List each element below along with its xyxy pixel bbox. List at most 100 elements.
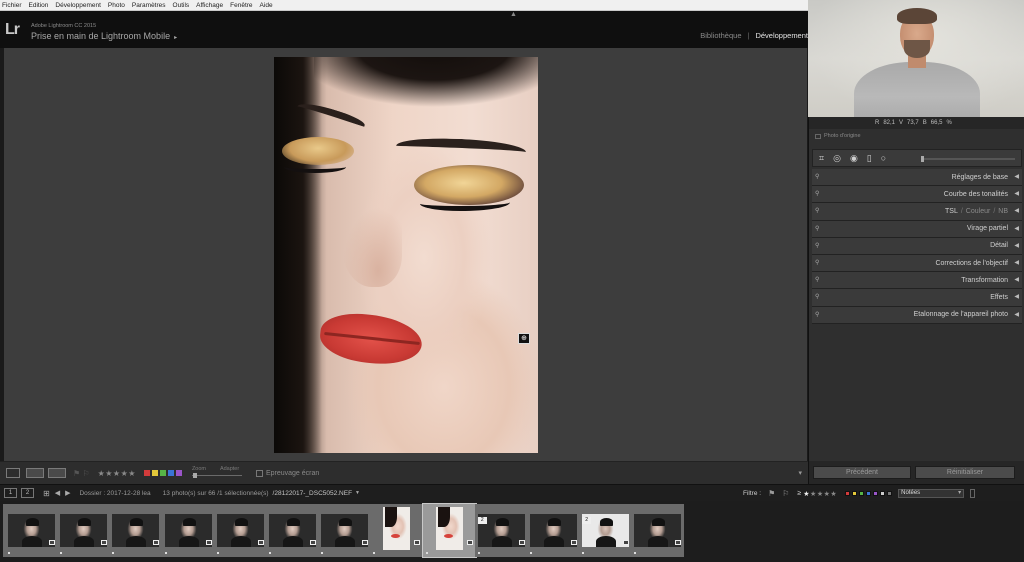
filmstrip-thumbnail[interactable] — [421, 503, 477, 558]
filmstrip-thumbnail[interactable] — [266, 504, 319, 557]
panel-expand-icon[interactable]: ◀ — [1014, 259, 1019, 266]
rating-operator[interactable]: ≥ — [797, 490, 801, 497]
flag-filter-icon[interactable]: ⚑ — [768, 489, 775, 498]
panel-label-nb[interactable]: NB — [998, 208, 1008, 215]
red-eye-tool-icon[interactable]: ◉ — [850, 153, 858, 163]
original-photo-toggle[interactable]: Photo d'origine — [815, 133, 861, 139]
filmstrip-thumbnail[interactable] — [318, 504, 372, 557]
menu-affichage[interactable]: Affichage — [196, 0, 223, 11]
panel-etalonnage[interactable]: ⚲ Etalonnage de l'appareil photo ◀ — [812, 306, 1022, 324]
filmstrip-thumbnail[interactable] — [57, 504, 111, 557]
spot-removal-tool-icon[interactable]: ◎ — [833, 153, 841, 163]
color-filter-none[interactable] — [887, 491, 893, 496]
panel-label-tsl[interactable]: TSL — [945, 208, 958, 215]
menu-fichier[interactable]: Fichier — [2, 0, 22, 11]
radial-filter-tool-icon[interactable]: ○ — [881, 153, 886, 163]
color-label-blue[interactable] — [167, 470, 174, 476]
filmstrip-thumbnail[interactable] — [213, 504, 267, 557]
rating-filter-star[interactable]: ★ — [817, 491, 824, 498]
color-label-purple[interactable] — [175, 470, 182, 476]
panel-pin-icon[interactable]: ⚲ — [815, 293, 819, 300]
rating-filter-stars[interactable]: ★★★★★ — [803, 490, 837, 498]
forward-arrow-icon[interactable]: ▶ — [65, 489, 70, 497]
panel-detail[interactable]: ⚲ Détail ◀ — [812, 237, 1022, 255]
color-filter-yellow[interactable] — [852, 491, 858, 496]
panel-tsl[interactable]: ⚲ TSL / Couleur / NB ◀ — [812, 203, 1022, 221]
menu-aide[interactable]: Aide — [260, 0, 273, 11]
filmstrip[interactable]: 22 — [0, 501, 1024, 562]
panel-pin-icon[interactable]: ⚲ — [815, 242, 819, 249]
panel-expand-icon[interactable]: ◀ — [1014, 190, 1019, 197]
module-developpement[interactable]: Développement — [755, 31, 808, 40]
chevron-down-icon[interactable]: ▼ — [355, 490, 360, 496]
filter-preset-select[interactable]: Notées — [898, 489, 965, 498]
color-filter-green[interactable] — [859, 491, 865, 496]
grid-view-icon[interactable]: ⊞ — [43, 489, 50, 498]
menu-edition[interactable]: Edition — [29, 0, 49, 11]
panel-reglages-de-base[interactable]: ⚲ Réglages de base ◀ — [812, 169, 1022, 187]
panel-expand-icon[interactable]: ◀ — [1014, 293, 1019, 300]
loupe-view-button[interactable] — [6, 468, 20, 478]
color-label-red[interactable] — [143, 470, 150, 476]
source-folder[interactable]: Dossier : 2017-12-28 lea — [79, 490, 150, 497]
catalog-name[interactable]: Prise en main de Lightroom Mobile ▸ — [31, 31, 177, 41]
original-photo-checkbox[interactable] — [815, 133, 821, 139]
color-filter-purple[interactable] — [873, 491, 879, 496]
panel-label-couleur[interactable]: Couleur — [966, 208, 991, 215]
rating-filter-star[interactable]: ★ — [810, 491, 817, 498]
before-after-button[interactable] — [26, 468, 44, 478]
back-arrow-icon[interactable]: ◀ — [55, 489, 60, 497]
zoom-slider-knob[interactable] — [192, 473, 197, 478]
filmstrip-thumbnail[interactable] — [527, 504, 580, 557]
color-filter-custom[interactable] — [880, 491, 886, 496]
panel-corrections-objectif[interactable]: ⚲ Corrections de l'objectif ◀ — [812, 254, 1022, 273]
filmstrip-thumbnail[interactable] — [109, 504, 163, 557]
panel-expand-icon[interactable]: ◀ — [1014, 207, 1019, 214]
reject-filter-icon[interactable]: ⚐ — [782, 489, 789, 498]
color-label-green[interactable] — [159, 470, 166, 476]
stack-count-badge[interactable]: 2 — [477, 517, 487, 524]
panel-pin-icon[interactable]: ⚲ — [815, 190, 819, 197]
filmstrip-thumbnail[interactable]: 2 — [579, 504, 633, 557]
menu-outils[interactable]: Outils — [173, 0, 190, 11]
color-filter-red[interactable] — [845, 491, 851, 496]
menu-developpement[interactable]: Développement — [55, 0, 101, 11]
main-photo[interactable] — [274, 57, 538, 453]
panel-transformation[interactable]: ⚲ Transformation ◀ — [812, 272, 1022, 290]
panel-pin-icon[interactable]: ⚲ — [815, 311, 819, 318]
menu-fenetre[interactable]: Fenêtre — [230, 0, 252, 11]
panel-effets[interactable]: ⚲ Effets ◀ — [812, 289, 1022, 307]
panel-expand-icon[interactable]: ◀ — [1014, 173, 1019, 180]
color-filter-blue[interactable] — [866, 491, 872, 496]
filmstrip-thumbnail[interactable] — [5, 504, 58, 557]
color-label-yellow[interactable] — [151, 470, 158, 476]
menu-parametres[interactable]: Paramètres — [132, 0, 166, 11]
rating-filter-star[interactable]: ★ — [830, 491, 837, 498]
flag-icon[interactable]: ⚑ ⚐ — [73, 469, 90, 478]
module-bibliotheque[interactable]: Bibliothèque — [700, 31, 741, 40]
panel-pin-icon[interactable]: ⚲ — [815, 207, 819, 214]
adjustment-brush-slider[interactable] — [921, 156, 1015, 162]
filmstrip-thumbnail[interactable] — [370, 504, 424, 557]
rating-filter-star[interactable]: ★ — [803, 491, 810, 498]
second-window-button[interactable]: 2 — [21, 488, 34, 498]
zoom-slider-track[interactable] — [191, 475, 242, 476]
top-panel-toggle-icon[interactable]: ▲ — [510, 11, 517, 18]
filmstrip-thumbnail[interactable] — [161, 504, 215, 557]
current-file-name[interactable]: /28122017-_DSC5052.NEF — [273, 490, 353, 497]
softproof-checkbox[interactable] — [255, 469, 263, 477]
loupe-canvas[interactable]: ⊕ — [4, 48, 807, 461]
before-after-swap-button[interactable] — [48, 468, 66, 478]
stack-count-badge[interactable]: 2 — [582, 517, 592, 524]
filmstrip-thumbnail[interactable] — [631, 504, 685, 557]
menu-photo[interactable]: Photo — [108, 0, 125, 11]
panel-pin-icon[interactable]: ⚲ — [815, 259, 819, 266]
rating-stars[interactable]: ★★★★★ — [98, 469, 136, 478]
panel-pin-icon[interactable]: ⚲ — [815, 225, 819, 232]
panel-virage-partiel[interactable]: ⚲ Virage partiel ◀ — [812, 220, 1022, 238]
panel-expand-icon[interactable]: ◀ — [1014, 276, 1019, 283]
panel-pin-icon[interactable]: ⚲ — [815, 173, 819, 180]
panel-courbe-des-tonalites[interactable]: ⚲ Courbe des tonalités ◀ — [812, 186, 1022, 204]
filter-toggle[interactable] — [970, 489, 976, 498]
main-window-button[interactable]: 1 — [4, 488, 17, 498]
